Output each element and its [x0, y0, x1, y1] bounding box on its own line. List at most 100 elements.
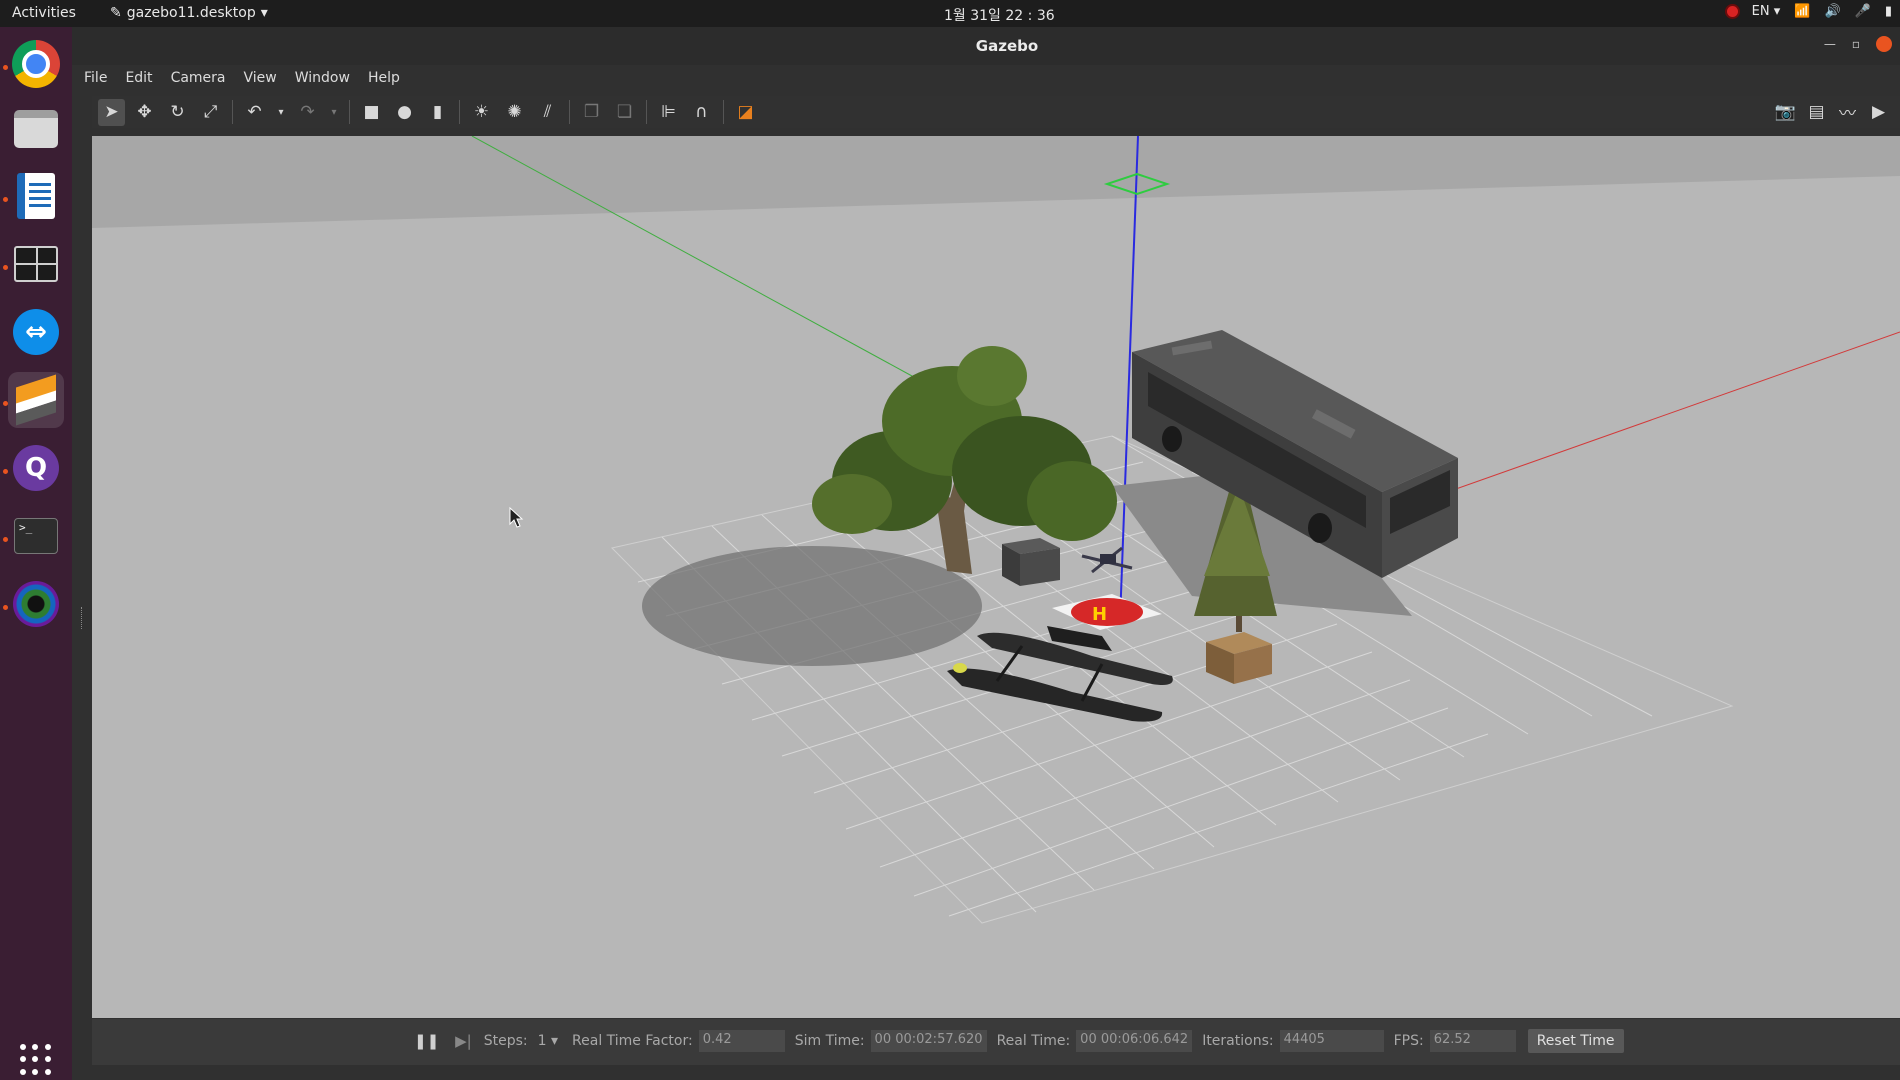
reset-time-button[interactable]: Reset Time [1527, 1029, 1624, 1053]
pause-button[interactable]: ❚❚ [414, 1032, 439, 1050]
snap-icon[interactable]: ∩ [688, 99, 715, 126]
dock: ⇔ Q >_ [0, 27, 72, 1080]
menu-camera[interactable]: Camera [171, 70, 226, 86]
step-button[interactable]: ▶| [455, 1032, 472, 1050]
chevron-down-icon: ▾ [260, 5, 268, 21]
menu-bar: File Edit Camera View Window Help [72, 65, 1900, 90]
undo-history-chevron-icon[interactable]: ▾ [274, 99, 288, 126]
clock[interactable]: 1월 31일 22 : 36 [944, 5, 1055, 25]
system-tray[interactable]: EN ▾ 📶 🔊 🎤 ▮ [1726, 4, 1892, 19]
scene-render: H [92, 136, 1900, 924]
toolbar: ➤ ✥ ↻ ⤢ ↶ ▾ ↷ ▾ ■ ● ▮ ☀ ✺ ⫽ ❐ ❏ ⊫ ∩ ◪ 📷 … [92, 96, 1900, 128]
redo-history-chevron-icon[interactable]: ▾ [327, 99, 341, 126]
sim-time-field: 00 00:02:57.620 [870, 1030, 987, 1052]
left-panel-handle[interactable] [72, 127, 92, 1077]
app-menu-label: gazebo11.desktop [126, 5, 256, 21]
undo-icon[interactable]: ↶ [241, 99, 268, 126]
app-menu[interactable]: ✎ gazebo11.desktop ▾ [110, 5, 268, 21]
show-applications-icon[interactable] [20, 1044, 52, 1076]
minimize-button[interactable]: — [1824, 37, 1836, 51]
app-pin-icon: ✎ [110, 5, 122, 21]
language-label: EN [1751, 4, 1770, 19]
copy-icon[interactable]: ❐ [578, 99, 605, 126]
sphere-shape-icon[interactable]: ● [391, 99, 418, 126]
writer-icon [17, 173, 55, 219]
teamviewer-icon: ⇔ [13, 309, 59, 355]
box-shape-icon[interactable]: ■ [358, 99, 385, 126]
terminal-icon: >_ [14, 518, 58, 554]
iterations-label: Iterations: [1202, 1033, 1274, 1049]
qgroundcontrol-launcher[interactable]: Q [8, 440, 64, 496]
camera-app-launcher[interactable] [8, 576, 64, 632]
dark-crate [1002, 538, 1060, 586]
real-time-label: Real Time: [996, 1033, 1071, 1049]
window-title: Gazebo [975, 37, 1039, 55]
cardboard-box [1206, 632, 1272, 684]
plot-icon[interactable]: 〰 [1834, 98, 1861, 125]
simulation-status-bar: ❚❚ ▶| Steps: 1 ▾ Real Time Factor: 0.42 … [92, 1019, 1900, 1065]
qgroundcontrol-icon: Q [13, 445, 59, 491]
steps-label: Steps: [483, 1033, 528, 1049]
real-time-factor-label: Real Time Factor: [572, 1033, 693, 1049]
volume-icon[interactable]: 🔊 [1824, 4, 1840, 19]
screenshot-icon[interactable]: 📷 [1772, 98, 1799, 125]
gazebo-icon [13, 374, 59, 426]
view-angle-icon[interactable]: ◪ [732, 99, 759, 126]
chrome-icon [12, 40, 60, 88]
steps-spinner[interactable]: 1 ▾ [538, 1033, 558, 1049]
video-record-icon[interactable]: ▶ [1865, 98, 1892, 125]
translate-mode-icon[interactable]: ✥ [131, 99, 158, 126]
activities-button[interactable]: Activities [12, 5, 76, 21]
teamviewer-launcher[interactable]: ⇔ [8, 304, 64, 360]
align-icon[interactable]: ⊫ [655, 99, 682, 126]
paste-icon[interactable]: ❏ [611, 99, 638, 126]
sim-time-label: Sim Time: [794, 1033, 865, 1049]
fps-field: 62.52 [1429, 1030, 1516, 1052]
real-time-factor-field: 0.42 [698, 1030, 785, 1052]
menu-view[interactable]: View [244, 70, 277, 86]
input-language[interactable]: EN ▾ [1752, 4, 1781, 19]
menu-file[interactable]: File [84, 70, 107, 86]
gazebo-launcher[interactable] [8, 372, 64, 428]
spot-light-icon[interactable]: ✺ [501, 99, 528, 126]
real-time-field: 00 00:06:06.642 [1076, 1030, 1193, 1052]
point-light-icon[interactable]: ☀ [468, 99, 495, 126]
steps-value: 1 [537, 1033, 547, 1049]
terminator-launcher[interactable] [8, 236, 64, 292]
camera-lens-icon [13, 581, 59, 627]
rotate-mode-icon[interactable]: ↻ [164, 99, 191, 126]
close-button[interactable] [1876, 36, 1892, 52]
chrome-launcher[interactable] [8, 36, 64, 92]
terminator-icon [14, 246, 58, 282]
files-icon [14, 110, 58, 148]
redo-icon[interactable]: ↷ [294, 99, 321, 126]
gazebo-window: Gazebo — ▫ File Edit Camera View Window … [72, 27, 1900, 1080]
maximize-button[interactable]: ▫ [1852, 37, 1860, 51]
iterations-field: 44405 [1279, 1030, 1384, 1052]
microphone-icon[interactable]: 🎤 [1855, 4, 1871, 19]
menu-help[interactable]: Help [368, 70, 400, 86]
cylinder-shape-icon[interactable]: ▮ [424, 99, 451, 126]
directional-light-icon[interactable]: ⫽ [534, 99, 561, 126]
menu-window[interactable]: Window [295, 70, 350, 86]
horizon-band [92, 136, 1900, 228]
scale-mode-icon[interactable]: ⤢ [197, 99, 224, 126]
files-launcher[interactable] [8, 101, 64, 157]
terminal-launcher[interactable]: >_ [8, 508, 64, 564]
wifi-icon[interactable]: 📶 [1794, 4, 1810, 19]
svg-text:H: H [1092, 604, 1107, 625]
menu-edit[interactable]: Edit [125, 70, 152, 86]
log-icon[interactable]: ▤ [1803, 98, 1830, 125]
record-indicator-icon[interactable] [1726, 6, 1738, 17]
3d-viewport[interactable]: H [92, 136, 1900, 1018]
writer-launcher[interactable] [8, 168, 64, 224]
mouse-cursor-icon [509, 506, 524, 528]
tree-shadow [642, 546, 982, 666]
select-mode-icon[interactable]: ➤ [98, 98, 125, 126]
battery-icon[interactable]: ▮ [1885, 4, 1892, 19]
system-top-bar: Activities ✎ gazebo11.desktop ▾ 1월 31일 2… [0, 0, 1900, 27]
catamaran-boat [947, 626, 1173, 722]
window-titlebar[interactable]: Gazebo — ▫ [72, 27, 1900, 65]
fps-label: FPS: [1393, 1033, 1424, 1049]
oak-tree [812, 346, 1117, 574]
